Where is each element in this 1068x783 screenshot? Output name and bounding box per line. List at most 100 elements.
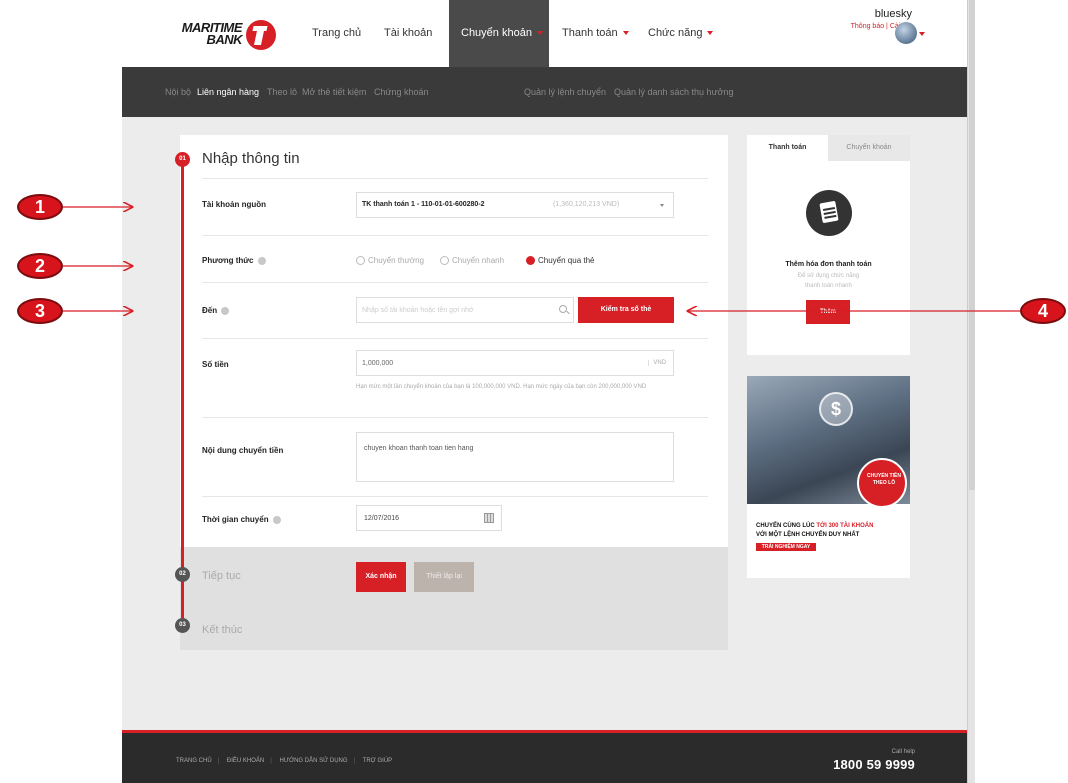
dollar-icon: $: [819, 392, 853, 426]
sidebar-subtitle: Để sử dụng chức năng: [797, 273, 860, 279]
confirm-button[interactable]: Xác nhận: [356, 562, 406, 592]
amount-label: Số tiền: [202, 360, 229, 369]
nav-transfer[interactable]: Chuyển khoản: [449, 0, 549, 67]
scrollbar[interactable]: [967, 0, 975, 783]
nav-payment-label: Thanh toán: [562, 27, 618, 39]
help-icon[interactable]: [221, 306, 230, 315]
to-label: Đến: [202, 306, 230, 315]
footer-link-home[interactable]: TRANG CHỦ: [176, 758, 212, 764]
subnav-internal[interactable]: Nội bộ: [165, 67, 191, 117]
nav-home[interactable]: Trang chủ: [312, 0, 361, 67]
radio-circle-icon: [356, 256, 365, 266]
annotation-badge-2: 2: [17, 253, 63, 279]
subnav-savings[interactable]: Mở thẻ tiết kiệm: [302, 67, 366, 117]
step-1-title: Nhập thông tin: [202, 150, 300, 167]
method-card-radio[interactable]: Chuyển qua thẻ: [526, 256, 595, 266]
banner-badge-text: CHUYỂN TIỀN THEO LÔ: [867, 473, 901, 486]
calendar-icon[interactable]: [484, 513, 494, 523]
nav-functions-label: Chức năng: [648, 27, 703, 39]
annotation-badge-4: 4: [1020, 298, 1066, 324]
footer-link-help[interactable]: TRỢ GIÚP: [363, 758, 392, 764]
hotline-number: 1800 59 9999: [833, 757, 915, 772]
footer-link-guide[interactable]: HƯỚNG DẪN SỬ DỤNG: [279, 758, 347, 764]
recipient-placeholder: Nhập số tài khoản hoặc tên gợi nhớ: [362, 307, 474, 314]
transfer-time-label: Thời gian chuyển: [202, 515, 281, 524]
search-icon[interactable]: [559, 305, 567, 313]
method-card-label: Chuyển qua thẻ: [538, 256, 595, 265]
amount-value: 1,000,000: [362, 360, 394, 367]
chevron-down-icon: [707, 31, 714, 36]
method-normal-label: Chuyển thường: [368, 256, 424, 265]
source-account-select[interactable]: TK thanh toán 1 - 110-01-01-600280-2 (1,…: [356, 192, 674, 218]
content-label: Nội dung chuyển tiền: [202, 446, 284, 455]
banner-headline: CHUYỂN CÙNG LÚC TỚI 300 TÀI KHOẢN: [756, 523, 873, 529]
footer-link-terms[interactable]: ĐIỀU KHOẢN: [227, 758, 264, 764]
transfer-content-value: chuyen khoan thanh toan tien hang: [364, 445, 474, 452]
maritime-bank-logo[interactable]: MARITIME BANK: [174, 20, 276, 52]
sidebar-subtitle: thanh toán nhanh: [805, 283, 852, 289]
subnav-batch[interactable]: Theo lô: [267, 67, 297, 117]
recipient-input[interactable]: Nhập số tài khoản hoặc tên gợi nhớ: [356, 297, 574, 323]
subnav-transfer-management[interactable]: Quản lý lệnh chuyển: [524, 67, 606, 117]
chevron-down-icon: [536, 31, 543, 36]
footer: TRANG CHỦ | ĐIỀU KHOẢN | HƯỚNG DẪN SỬ DỤNG…: [122, 730, 967, 783]
nav-transfer-label: Chuyển khoản: [461, 27, 532, 39]
radio-selected-icon: [526, 256, 535, 266]
step-progress-line: [181, 160, 184, 618]
amount-unit: VND: [648, 360, 666, 366]
logo-mark-icon: [246, 20, 276, 50]
tab-payment[interactable]: Thanh toán: [747, 135, 828, 161]
nav-accounts[interactable]: Tài khoản: [384, 0, 432, 67]
method-normal-radio[interactable]: Chuyển thường: [356, 256, 424, 266]
chevron-down-icon: [622, 31, 629, 36]
subnav-securities[interactable]: Chứng khoán: [374, 67, 429, 117]
scrollbar-thumb[interactable]: [969, 0, 975, 490]
help-icon[interactable]: [272, 515, 281, 524]
step-1-marker: 01: [175, 152, 190, 167]
divider: [202, 178, 708, 179]
page: { "brand": {"logo_line1": "MARITIME", "l…: [0, 0, 1068, 783]
step-3-marker: 03: [175, 618, 190, 633]
transfer-date-value: 12/07/2016: [364, 515, 400, 522]
check-card-button[interactable]: Kiểm tra số thẻ: [578, 297, 674, 323]
top-header: MARITIME BANK Trang chủ Tài khoản Chuyển …: [122, 0, 967, 67]
transfer-content-textarea[interactable]: chuyen khoan thanh toan tien hang: [356, 432, 674, 482]
chevron-down-icon[interactable]: [919, 32, 925, 36]
promo-banner[interactable]: $ CHUYỂN TIỀN THEO LÔ CHUYỂN CÙNG LÚC TỚ…: [747, 376, 910, 578]
avatar[interactable]: [895, 22, 917, 44]
add-bill-button[interactable]: Thêm: [806, 300, 850, 324]
banking-app-frame: MARITIME BANK Trang chủ Tài khoản Chuyển …: [122, 0, 967, 783]
help-icon[interactable]: [257, 256, 266, 265]
nav-functions[interactable]: Chức năng: [648, 0, 714, 67]
source-account-value: TK thanh toán 1 - 110-01-01-600280-2: [362, 201, 485, 208]
step-2-marker: 02: [175, 567, 190, 582]
method-label-text: Phương thức: [202, 256, 254, 265]
sub-navigation: Nội bộ Liên ngân hàng Theo lô Mở thẻ tiế…: [122, 67, 967, 117]
method-fast-radio[interactable]: Chuyển nhanh: [440, 256, 504, 266]
transfer-date-input[interactable]: 12/07/2016: [356, 505, 502, 531]
source-account-label: Tài khoản nguồn: [202, 200, 266, 209]
banner-cta-button[interactable]: TRẢI NGHIỆM NGAY: [756, 543, 816, 551]
source-account-balance: (1,360,120,213 VND): [553, 201, 620, 208]
banner-subheadline: VỚI MỘT LỆNH CHUYỂN DUY NHẤT: [756, 532, 860, 538]
subnav-interbank[interactable]: Liên ngân hàng: [197, 67, 259, 117]
username: bluesky: [874, 8, 912, 20]
tab-transfer[interactable]: Chuyển khoản: [828, 135, 910, 161]
step-3-title: Kết thúc: [202, 624, 243, 636]
hotline-label: Call help: [891, 749, 915, 755]
reset-button[interactable]: Thiết lập lại: [414, 562, 474, 592]
banner-headline-b: TỚI 300 TÀI KHOẢN: [816, 523, 874, 529]
amount-input[interactable]: 1,000,000 VND: [356, 350, 674, 376]
banner-badge: CHUYỂN TIỀN THEO LÔ: [857, 458, 907, 508]
divider: [202, 235, 708, 236]
sidebar-widget: Thanh toán Chuyển khoản Thêm hóa đơn tha…: [747, 135, 910, 355]
annotation-badge-1: 1: [17, 194, 63, 220]
banner-headline-a: CHUYỂN CÙNG LÚC: [756, 523, 817, 529]
transfer-time-label-text: Thời gian chuyển: [202, 515, 269, 524]
subnav-beneficiary-management[interactable]: Quản lý danh sách thụ hưởng: [614, 67, 734, 117]
nav-payment[interactable]: Thanh toán: [562, 0, 629, 67]
divider: [202, 496, 708, 497]
to-label-text: Đến: [202, 306, 218, 315]
method-label: Phương thức: [202, 256, 266, 265]
divider: [202, 417, 708, 418]
